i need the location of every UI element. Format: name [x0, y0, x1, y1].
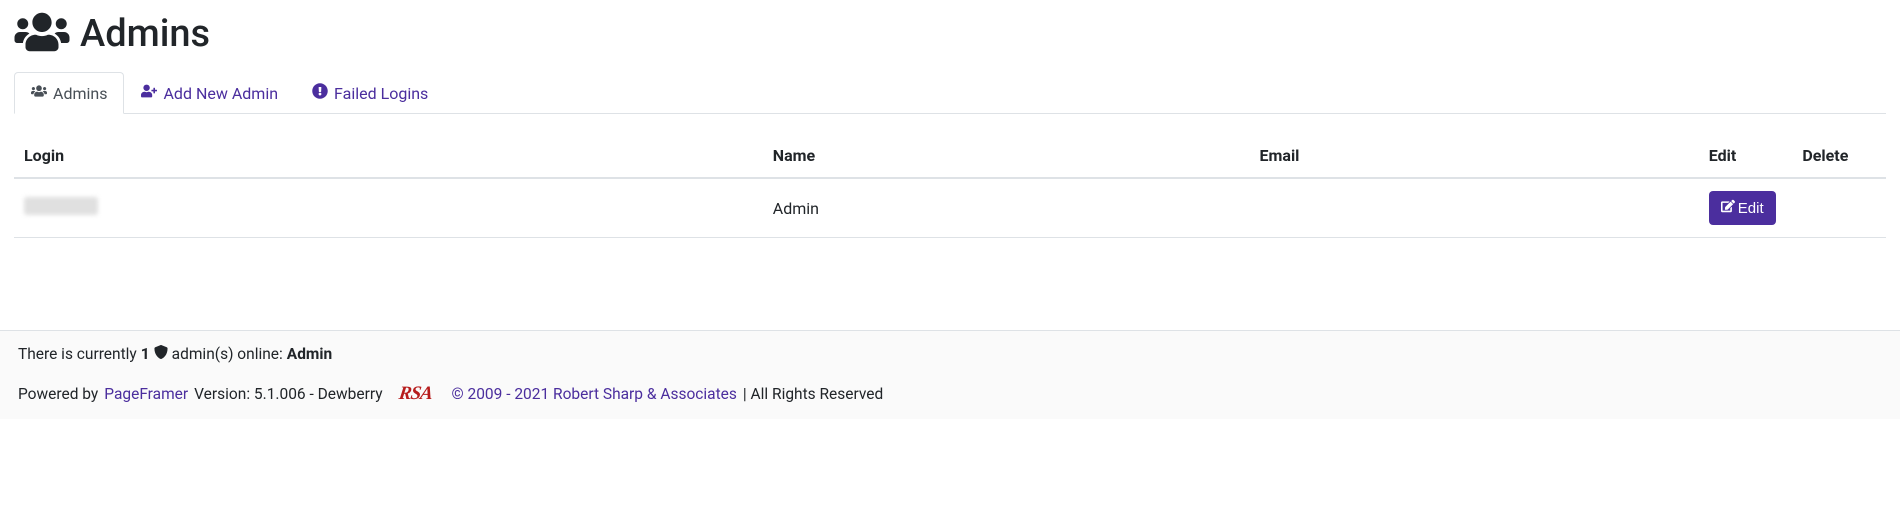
- tab-admins-label: Admins: [53, 84, 107, 103]
- tab-add-new-admin[interactable]: Add New Admin: [124, 72, 295, 114]
- users-icon: [31, 83, 47, 103]
- copyright-link[interactable]: © 2009 - 2021 Robert Sharp & Associates: [451, 385, 736, 403]
- admins-table-wrapper: Login Name Email Edit Delete Admin: [14, 134, 1886, 238]
- admin-name: Admin: [287, 345, 332, 363]
- tab-failed-logins[interactable]: Failed Logins: [295, 72, 445, 114]
- cell-email: [1250, 178, 1699, 238]
- header-login: Login: [14, 134, 763, 178]
- cell-delete: [1792, 178, 1886, 238]
- edit-button-label: Edit: [1738, 200, 1764, 217]
- tab-add-new-label: Add New Admin: [163, 84, 278, 103]
- cell-edit: Edit: [1699, 178, 1793, 238]
- powered-by: Powered by: [18, 385, 98, 403]
- admins-online-text: admin(s) online:: [172, 345, 283, 363]
- header-name: Name: [763, 134, 1250, 178]
- user-plus-icon: [141, 83, 157, 103]
- tab-failed-logins-label: Failed Logins: [334, 84, 428, 103]
- users-icon: [14, 10, 70, 58]
- table-row: Admin Edit: [14, 178, 1886, 238]
- header-edit: Edit: [1699, 134, 1793, 178]
- header-delete: Delete: [1792, 134, 1886, 178]
- pageframer-link[interactable]: PageFramer: [104, 385, 188, 403]
- shield-icon: [154, 345, 168, 363]
- footer: There is currently 1 admin(s) online: Ad…: [0, 330, 1900, 419]
- version-text: Version: 5.1.006 - Dewberry: [194, 385, 382, 403]
- rsa-logo: RSA: [397, 383, 433, 405]
- edit-button[interactable]: Edit: [1709, 191, 1776, 225]
- page-header: Admins: [14, 10, 1886, 58]
- tabs: Admins Add New Admin Failed Logins: [14, 72, 1886, 114]
- page-title: Admins: [80, 12, 210, 56]
- exclamation-circle-icon: [312, 83, 328, 103]
- admin-count: 1: [141, 345, 150, 363]
- admins-table: Login Name Email Edit Delete Admin: [14, 134, 1886, 238]
- footer-credits: Powered by PageFramer Version: 5.1.006 -…: [18, 383, 1882, 405]
- cell-login: [14, 178, 763, 238]
- edit-icon: [1721, 199, 1735, 217]
- footer-online-status: There is currently 1 admin(s) online: Ad…: [18, 345, 1882, 363]
- tab-admins[interactable]: Admins: [14, 72, 124, 114]
- rights-text: | All Rights Reserved: [743, 385, 883, 403]
- currently-prefix: There is currently: [18, 345, 137, 363]
- redacted-login: [24, 197, 98, 215]
- header-email: Email: [1250, 134, 1699, 178]
- cell-name: Admin: [763, 178, 1250, 238]
